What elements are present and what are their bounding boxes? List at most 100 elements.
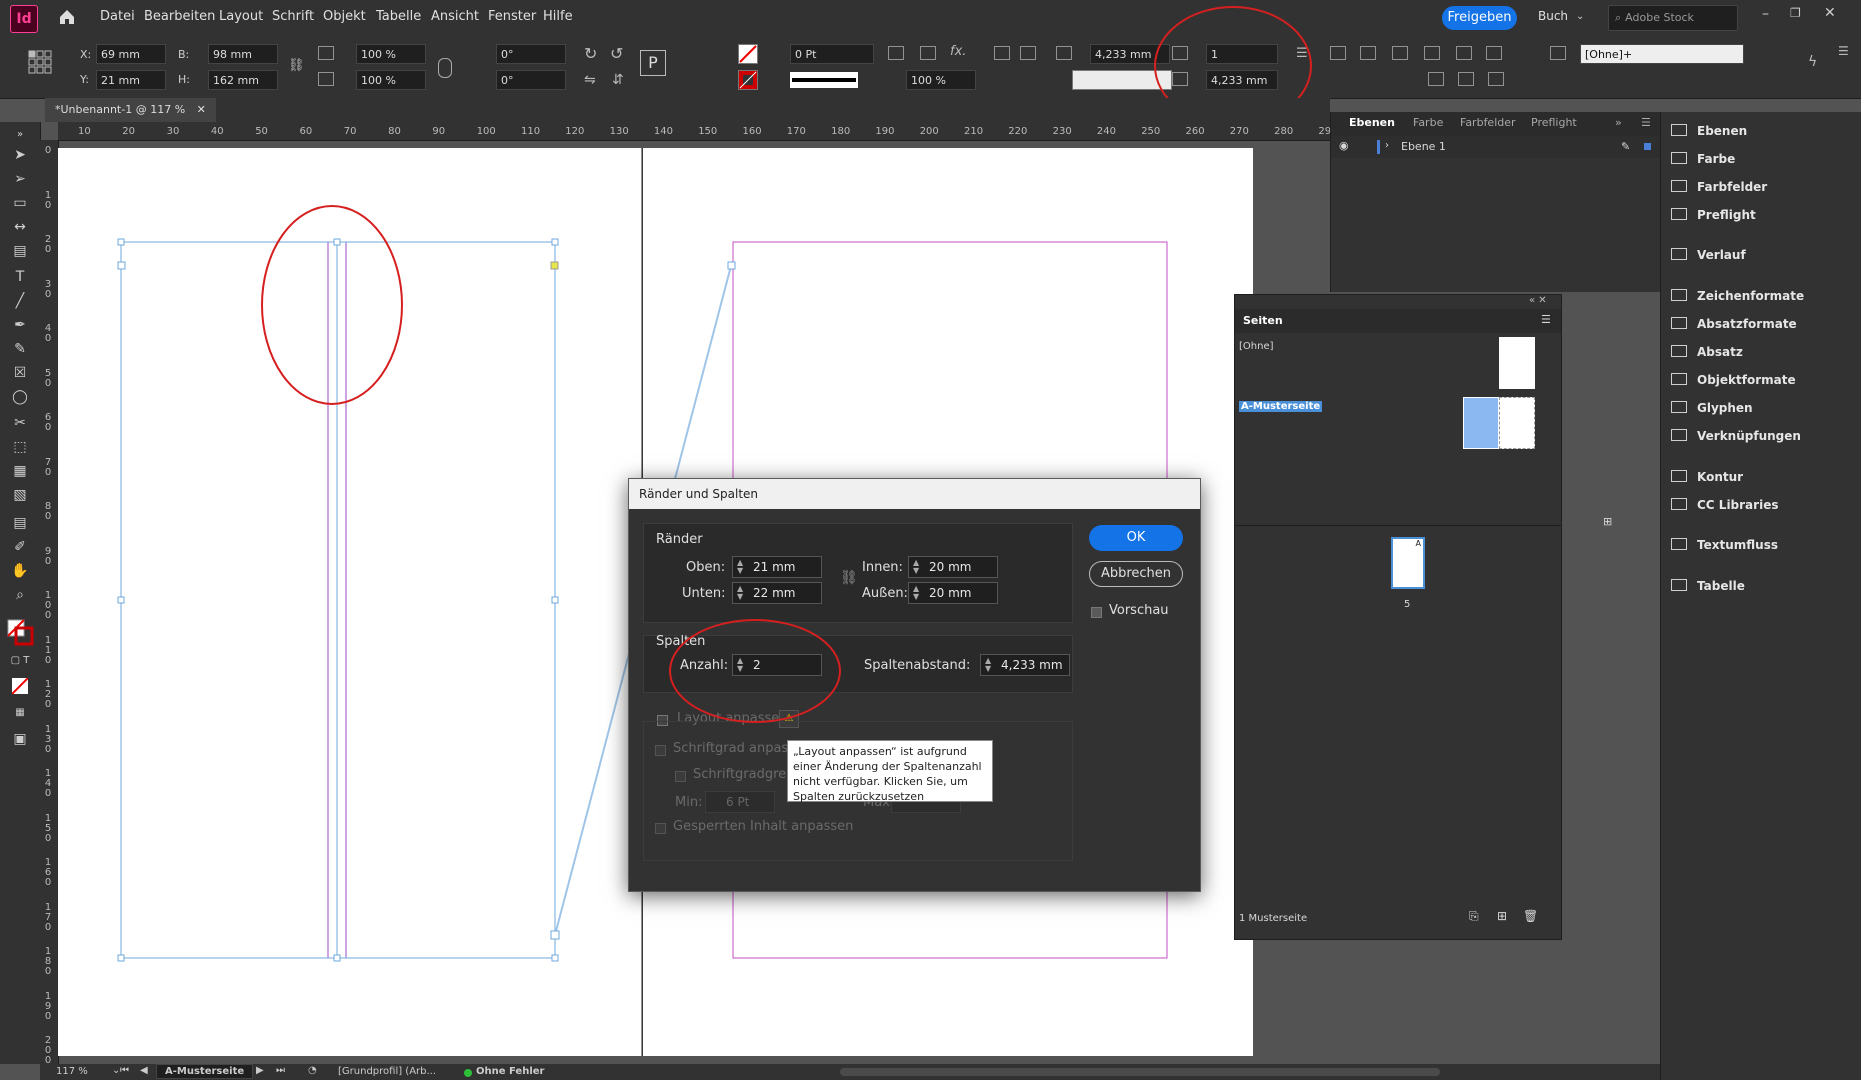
quick-apply-icon[interactable]: ϟ: [1808, 54, 1817, 70]
chevron-down-icon[interactable]: ⌄: [1576, 11, 1584, 22]
prev-page-icon[interactable]: ◀: [140, 1065, 148, 1076]
bottom-margin-field[interactable]: ▲ ▼ 22 mm: [732, 582, 822, 604]
dock-kontur[interactable]: Kontur: [1671, 464, 1743, 490]
minimize-icon[interactable]: –: [1762, 6, 1769, 22]
page-selector[interactable]: A-Musterseite: [156, 1064, 254, 1079]
selected-text-frame[interactable]: [120, 241, 556, 959]
spinner-icon[interactable]: ▲ ▼: [913, 585, 919, 601]
dock-ebenen[interactable]: Ebenen: [1671, 118, 1747, 144]
spinner-icon[interactable]: ▲ ▼: [737, 585, 743, 601]
handle-ml[interactable]: [117, 596, 125, 604]
dock-absatzformate[interactable]: Absatzformate: [1671, 311, 1797, 337]
layer-row[interactable]: ◉ › Ebene 1 ✎: [1331, 136, 1661, 158]
errors-status[interactable]: Ohne Fehler: [476, 1066, 544, 1077]
top-margin-field[interactable]: ▲ ▼ 21 mm: [732, 556, 822, 578]
dialog-title[interactable]: Ränder und Spalten: [629, 479, 1200, 509]
handle-bl[interactable]: [117, 954, 125, 962]
create-page-icon[interactable]: ⊞: [1497, 909, 1507, 923]
dock-tabelle[interactable]: Tabelle: [1671, 573, 1745, 599]
selection-indicator[interactable]: [1644, 143, 1651, 150]
dock-absatz[interactable]: Absatz: [1671, 339, 1743, 365]
share-button[interactable]: Freigeben: [1442, 6, 1517, 30]
restore-icon[interactable]: ❐: [1790, 6, 1801, 20]
spinner-icon[interactable]: ▲ ▼: [985, 657, 991, 673]
outside-margin-field[interactable]: ▲ ▼ 20 mm: [908, 582, 998, 604]
distribute-middle-icon[interactable]: [1458, 72, 1474, 86]
dock-farbe[interactable]: Farbe: [1671, 146, 1735, 172]
new-page-icon[interactable]: ⊞: [1603, 515, 1612, 528]
edit-page-size-icon[interactable]: ⎘: [1469, 909, 1479, 924]
horizontal-scrollbar[interactable]: [840, 1068, 1440, 1076]
workspace-switcher[interactable]: Buch: [1538, 9, 1568, 23]
corner-live-handle[interactable]: [550, 261, 559, 270]
dock-zeichenformate[interactable]: Zeichenformate: [1671, 283, 1804, 309]
cancel-button[interactable]: Abbrechen: [1089, 561, 1183, 587]
a-master-label[interactable]: A-Musterseite: [1239, 401, 1323, 412]
layers-panel-tabs: Ebenen Farbe Farbfelder Preflight » ☰: [1331, 112, 1661, 137]
out-port[interactable]: [550, 930, 560, 940]
handle-br[interactable]: [551, 954, 559, 962]
delete-page-icon[interactable]: 🗑: [1523, 909, 1538, 923]
a-master-right-thumbnail[interactable]: [1499, 397, 1535, 449]
font-limit-checkbox[interactable]: [675, 771, 686, 782]
preview-checkbox[interactable]: [1091, 607, 1102, 618]
align-top-icon[interactable]: [1424, 46, 1440, 60]
last-page-icon[interactable]: ⏭: [276, 1065, 285, 1076]
collapse-panel-icon[interactable]: »: [1615, 116, 1622, 129]
dock-objektformate[interactable]: Objektformate: [1671, 367, 1796, 393]
dock-farbfelder[interactable]: Farbfelder: [1671, 174, 1767, 200]
collapse-panel-icon[interactable]: « ✕: [1529, 295, 1547, 306]
handle-tc[interactable]: [333, 238, 341, 246]
font-adjust-checkbox[interactable]: [655, 745, 666, 756]
outside-margin-label: Außen:: [862, 586, 908, 601]
first-page-icon[interactable]: ⏮: [120, 1065, 129, 1076]
none-master-label[interactable]: [Ohne]: [1239, 341, 1274, 352]
dock-glyphen[interactable]: Glyphen: [1671, 395, 1753, 421]
object-style-select[interactable]: [Ohne]+: [1580, 44, 1744, 64]
tab-ebenen[interactable]: Ebenen: [1349, 116, 1395, 129]
align-middle-icon[interactable]: [1456, 46, 1472, 60]
in-port[interactable]: [117, 261, 126, 270]
spinner-icon[interactable]: ▲ ▼: [913, 559, 919, 575]
paragraph-icon: [1671, 345, 1687, 357]
close-icon[interactable]: ✕: [1824, 5, 1836, 21]
tab-farbfelder[interactable]: Farbfelder: [1460, 116, 1516, 129]
panel-menu-icon[interactable]: ☰: [1541, 313, 1551, 326]
tab-farbe[interactable]: Farbe: [1413, 116, 1443, 129]
dock-cc-libraries[interactable]: CC Libraries: [1671, 492, 1778, 518]
dock-verknuepfungen[interactable]: Verknüpfungen: [1671, 423, 1801, 449]
dock-textumfluss[interactable]: Textumfluss: [1671, 532, 1778, 558]
inside-margin-field[interactable]: ▲ ▼ 20 mm: [908, 556, 998, 578]
preflight-profile[interactable]: [Grundprofil] (Arb...: [338, 1066, 436, 1077]
expand-arrow-icon[interactable]: ›: [1385, 140, 1389, 151]
tab-preflight[interactable]: Preflight: [1531, 116, 1577, 129]
gutter-field[interactable]: ▲ ▼ 4,233 mm: [980, 654, 1070, 676]
none-master-thumbnail[interactable]: [1499, 337, 1535, 389]
handle-tr[interactable]: [551, 238, 559, 246]
distribute-bottom-icon[interactable]: [1488, 72, 1504, 86]
locked-content-checkbox[interactable]: [655, 823, 666, 834]
handle-bc[interactable]: [333, 954, 341, 962]
spinner-icon[interactable]: ▲ ▼: [737, 559, 743, 575]
handle-tl[interactable]: [117, 238, 125, 246]
align-right-icon[interactable]: [1392, 46, 1408, 60]
align-center-icon[interactable]: [1360, 46, 1376, 60]
distribute-top-icon[interactable]: [1428, 72, 1444, 86]
handle-mr[interactable]: [551, 596, 559, 604]
panel-menu-icon[interactable]: ☰: [1641, 116, 1651, 129]
visibility-eye-icon[interactable]: ◉: [1339, 139, 1349, 152]
next-page-icon[interactable]: ▶: [256, 1065, 264, 1076]
link-margins-icon[interactable]: ⛓: [840, 570, 858, 586]
adobe-stock-search[interactable]: ⌕ Adobe Stock: [1608, 5, 1738, 31]
min-field[interactable]: 6 Pt: [705, 791, 775, 813]
zoom-level[interactable]: 117 %: [56, 1066, 88, 1077]
dock-preflight[interactable]: Preflight: [1671, 202, 1756, 228]
ok-button[interactable]: OK: [1089, 525, 1183, 551]
align-left-icon[interactable]: [1330, 46, 1346, 60]
page-5-thumbnail[interactable]: A: [1391, 537, 1425, 589]
thread-in-port[interactable]: [727, 261, 736, 270]
dock-verlauf[interactable]: Verlauf: [1671, 242, 1746, 268]
a-master-left-thumbnail[interactable]: [1463, 397, 1499, 449]
control-panel-menu-icon[interactable]: ☰: [1838, 44, 1849, 58]
align-bottom-icon[interactable]: [1486, 46, 1502, 60]
